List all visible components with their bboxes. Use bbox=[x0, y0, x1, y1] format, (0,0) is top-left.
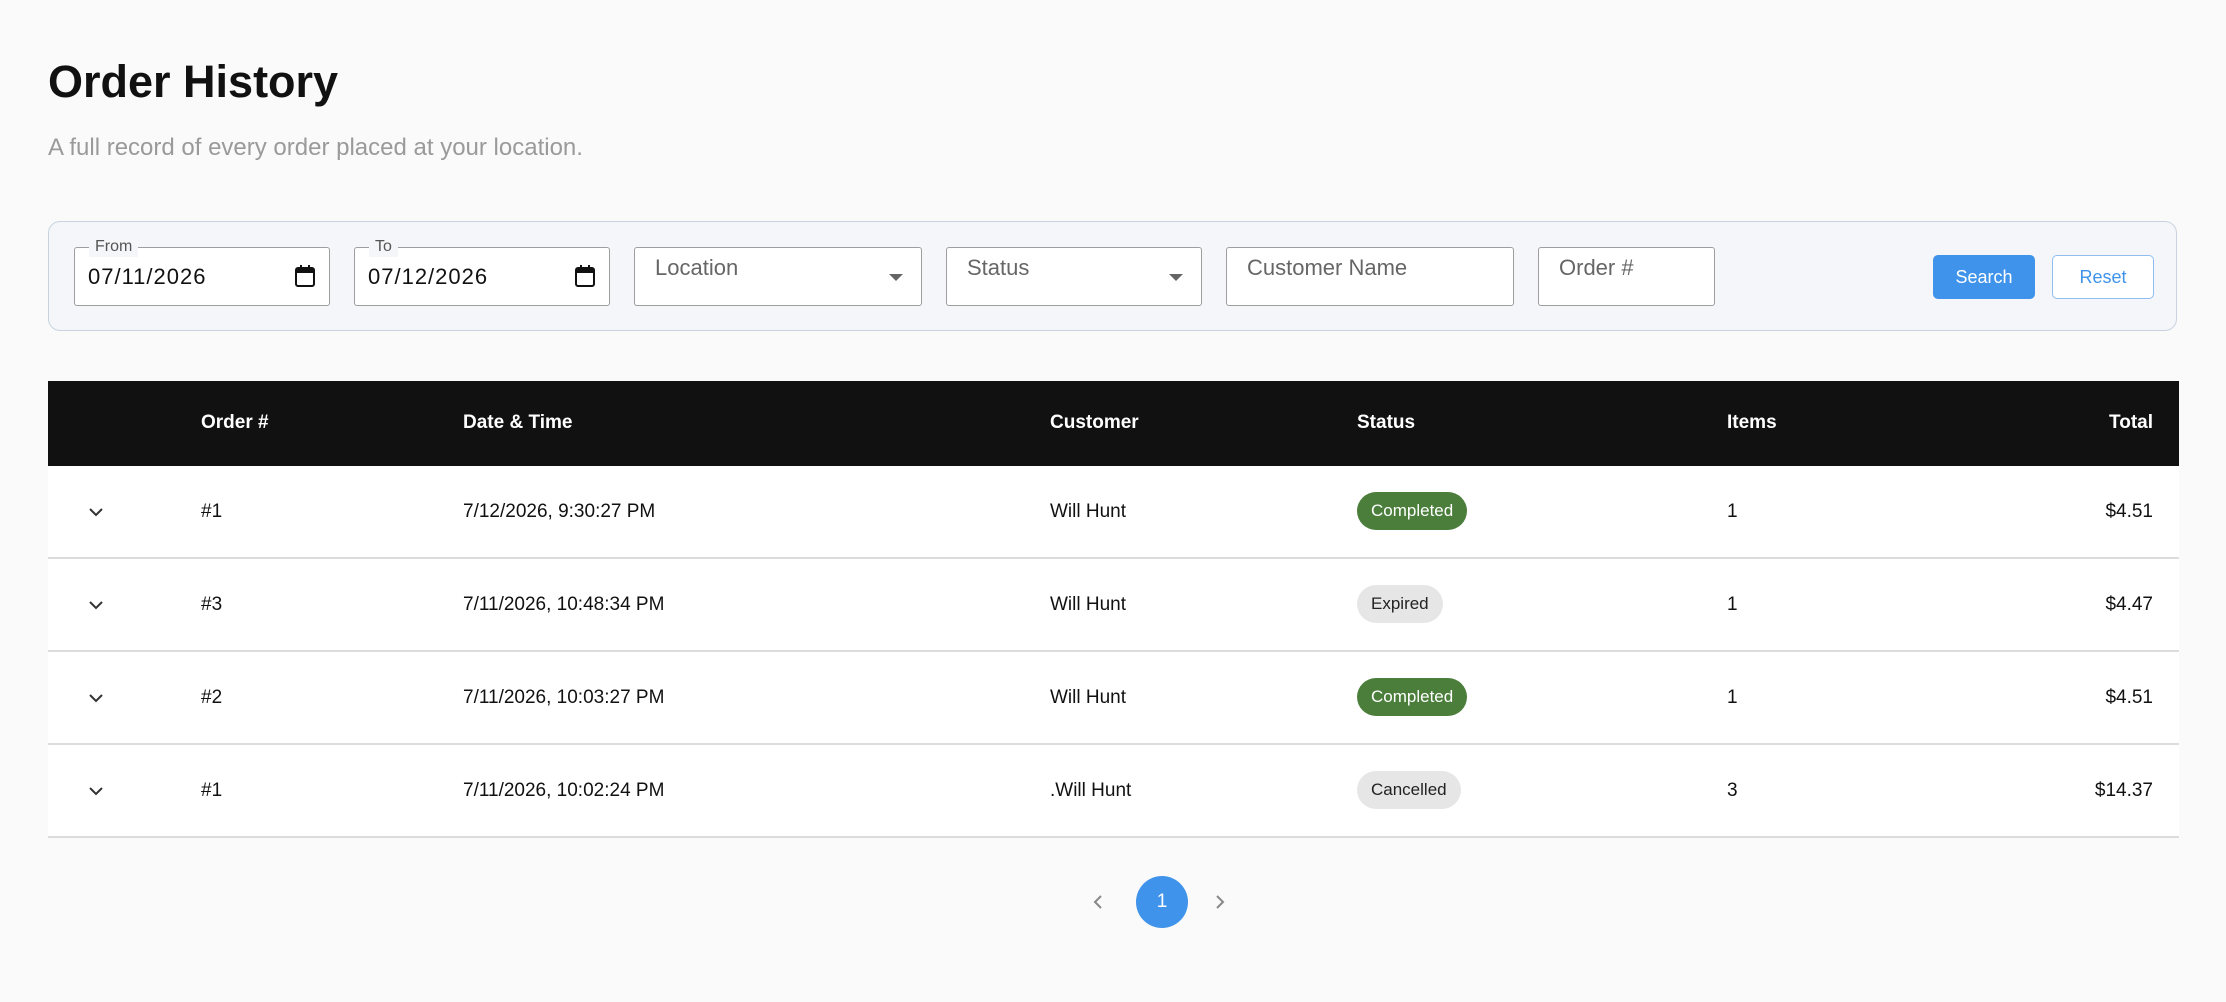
pagination: 1 bbox=[1088, 876, 1238, 928]
location-select[interactable]: Location bbox=[634, 247, 922, 306]
status-badge: Expired bbox=[1357, 585, 1443, 623]
cell-total: $4.47 bbox=[2105, 594, 2153, 615]
status-badge: Cancelled bbox=[1357, 771, 1461, 809]
cell-customer: Will Hunt bbox=[1050, 501, 1127, 522]
from-date-value[interactable]: 07/11/2026 bbox=[88, 264, 206, 290]
chevron-right-icon[interactable] bbox=[1210, 892, 1230, 912]
cell-order: #1 bbox=[201, 501, 223, 522]
chevron-down-icon[interactable] bbox=[86, 595, 106, 615]
cell-items: 3 bbox=[1727, 780, 1738, 801]
status-badge: Completed bbox=[1357, 678, 1468, 716]
header-date: Date & Time bbox=[463, 412, 573, 433]
table-row: #2 7/11/2026, 10:03:27 PM Will Hunt Comp… bbox=[48, 652, 2179, 745]
customer-name-input[interactable]: Customer Name bbox=[1226, 247, 1514, 306]
to-date-field[interactable]: To 07/12/2026 bbox=[354, 237, 610, 306]
cell-customer: Will Hunt bbox=[1050, 687, 1127, 708]
table-row: #1 7/12/2026, 9:30:27 PM Will Hunt Compl… bbox=[48, 466, 2179, 559]
calendar-icon[interactable] bbox=[295, 265, 315, 287]
header-items: Items bbox=[1727, 412, 1777, 433]
table-row: #3 7/11/2026, 10:48:34 PM Will Hunt Expi… bbox=[48, 559, 2179, 652]
reset-button[interactable]: Reset bbox=[2052, 255, 2154, 299]
order-number-placeholder: Order # bbox=[1559, 255, 1634, 280]
customer-name-placeholder: Customer Name bbox=[1247, 255, 1408, 280]
caret-down-icon bbox=[1169, 274, 1183, 281]
cell-date: 7/12/2026, 9:30:27 PM bbox=[463, 501, 656, 522]
chevron-down-icon[interactable] bbox=[86, 502, 106, 522]
page-subtitle: A full record of every order placed at y… bbox=[48, 134, 583, 161]
from-date-field[interactable]: From 07/11/2026 bbox=[74, 237, 330, 306]
table-row: #1 7/11/2026, 10:02:24 PM .Will Hunt Can… bbox=[48, 745, 2179, 838]
page-title: Order History bbox=[48, 56, 339, 107]
cell-items: 1 bbox=[1727, 687, 1738, 708]
cell-date: 7/11/2026, 10:03:27 PM bbox=[463, 687, 665, 708]
cell-date: 7/11/2026, 10:02:24 PM bbox=[463, 780, 665, 801]
calendar-icon[interactable] bbox=[575, 265, 595, 287]
from-date-label: From bbox=[89, 237, 139, 257]
cell-order: #3 bbox=[201, 594, 223, 615]
status-placeholder: Status bbox=[967, 255, 1030, 280]
caret-down-icon bbox=[889, 274, 903, 281]
location-placeholder: Location bbox=[655, 255, 739, 280]
cell-items: 1 bbox=[1727, 501, 1738, 522]
search-button[interactable]: Search bbox=[1933, 255, 2035, 299]
cell-total: $4.51 bbox=[2105, 501, 2153, 522]
chevron-down-icon[interactable] bbox=[86, 688, 106, 708]
chevron-down-icon[interactable] bbox=[86, 781, 106, 801]
status-select[interactable]: Status bbox=[946, 247, 1202, 306]
to-date-value[interactable]: 07/12/2026 bbox=[368, 264, 488, 290]
cell-order: #1 bbox=[201, 780, 223, 801]
cell-total: $4.51 bbox=[2105, 687, 2153, 708]
table-header: Order # Date & Time Customer Status Item… bbox=[48, 381, 2179, 466]
status-badge: Completed bbox=[1357, 492, 1468, 530]
cell-customer: .Will Hunt bbox=[1050, 780, 1132, 801]
cell-customer: Will Hunt bbox=[1050, 594, 1127, 615]
cell-order: #2 bbox=[201, 687, 223, 708]
header-status: Status bbox=[1357, 412, 1416, 433]
cell-items: 1 bbox=[1727, 594, 1738, 615]
cell-date: 7/11/2026, 10:48:34 PM bbox=[463, 594, 665, 615]
order-number-input[interactable]: Order # bbox=[1538, 247, 1715, 306]
to-date-label: To bbox=[369, 237, 398, 257]
header-customer: Customer bbox=[1050, 412, 1139, 433]
header-order: Order # bbox=[201, 412, 269, 433]
filter-bar: From 07/11/2026 To 07/12/2026 Location S… bbox=[48, 221, 2177, 331]
orders-table: Order # Date & Time Customer Status Item… bbox=[48, 381, 2179, 838]
page-button-current[interactable]: 1 bbox=[1136, 876, 1188, 928]
header-total: Total bbox=[2109, 412, 2153, 433]
chevron-left-icon[interactable] bbox=[1088, 892, 1108, 912]
cell-total: $14.37 bbox=[2094, 780, 2153, 801]
